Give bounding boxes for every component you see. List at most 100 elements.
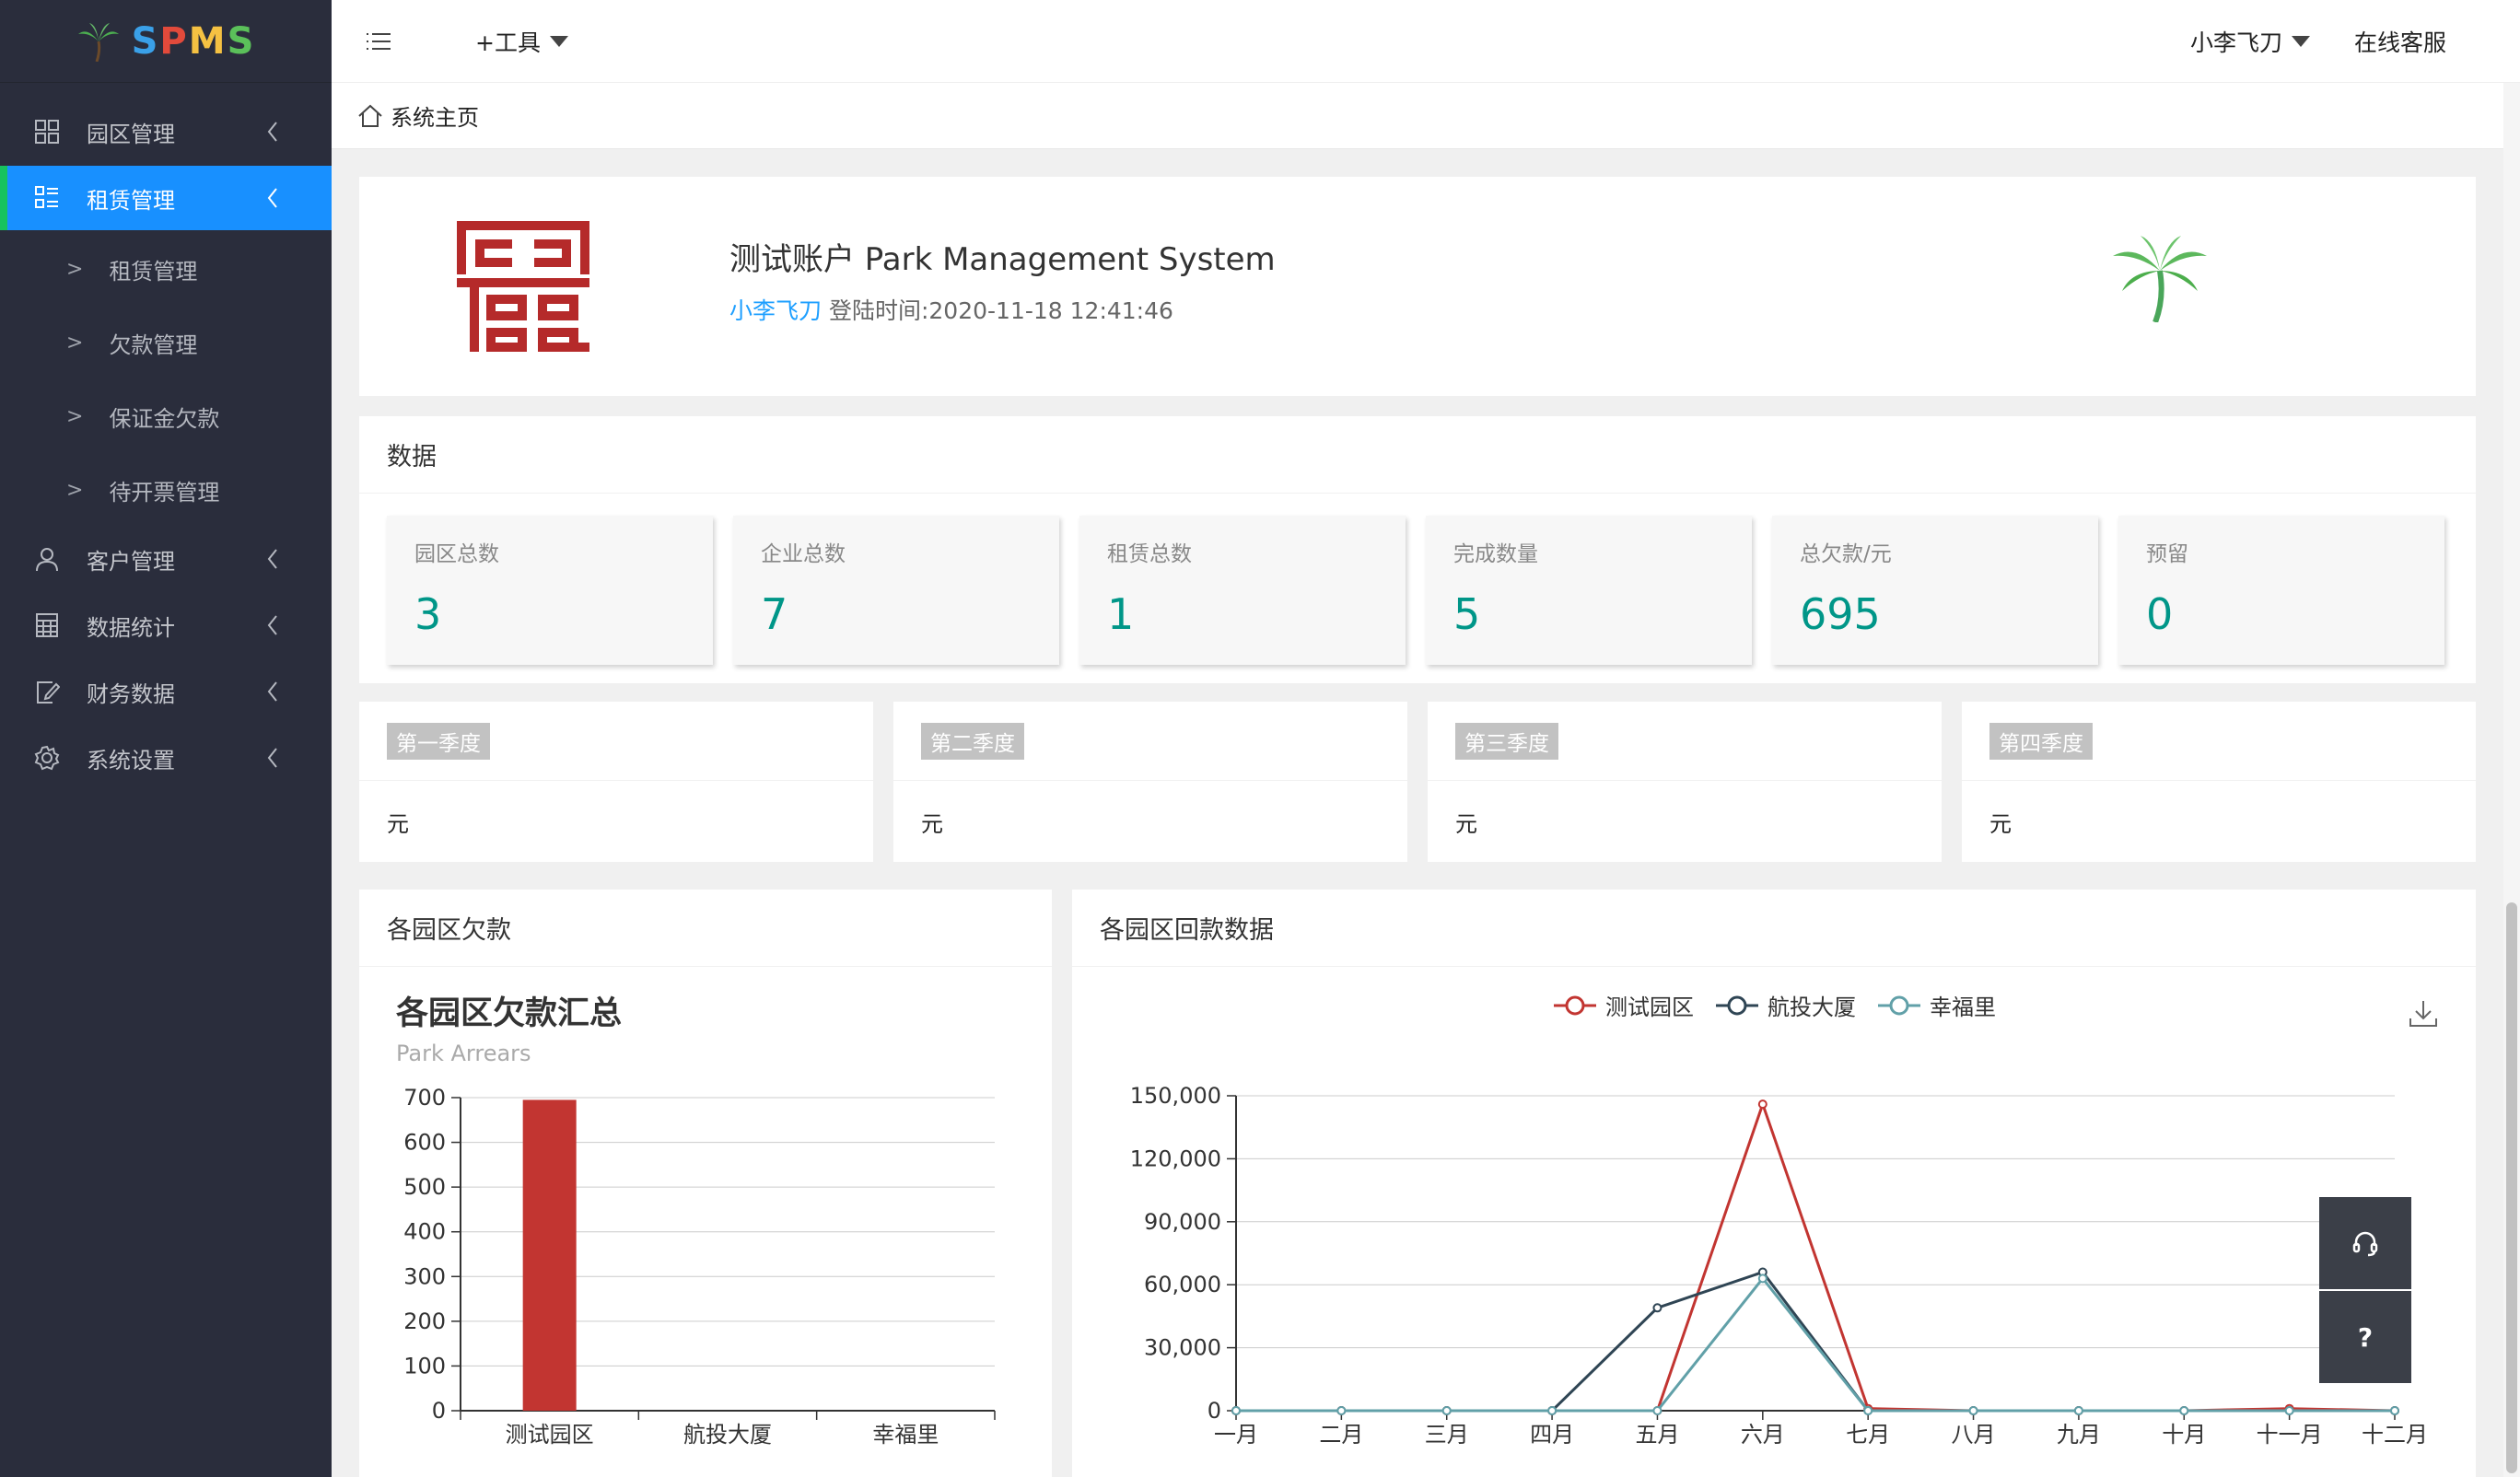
stat-label: 租赁总数	[1107, 542, 1192, 566]
stat-label: 企业总数	[761, 542, 846, 566]
x-tick-label: 十一月	[2257, 1422, 2323, 1448]
sidebar-item-statistics[interactable]: 数据统计	[0, 593, 332, 657]
arrears-bar-chart: 0 100 200 300 400 500 600 700 测试园区 航投大厦 幸福里	[403, 1085, 996, 1448]
x-tick-label: 一月	[1214, 1422, 1258, 1448]
welcome-card: 测试账户 Park Management System 小李飞刀 登陆时间:20…	[359, 177, 2476, 396]
series-line	[1236, 1275, 2395, 1413]
chevron-right-icon: >	[66, 257, 84, 281]
stat-card-companies: 企业总数 7	[733, 516, 1059, 665]
sidebar-item-finance[interactable]: 财务数据	[0, 659, 332, 724]
data-point	[1231, 1406, 1241, 1415]
sidebar-item-label: 财务数据	[87, 680, 175, 707]
x-tick-label: 七月	[1846, 1422, 1890, 1448]
online-service-link[interactable]: 在线客服	[2354, 25, 2446, 58]
seal-logo	[457, 221, 589, 352]
sidebar-item-customer[interactable]: 客户管理	[0, 527, 332, 591]
grid-icon	[33, 118, 61, 145]
welcome-user-link[interactable]: 小李飞刀	[729, 297, 822, 324]
breadcrumb-home[interactable]: 系统主页	[391, 99, 479, 132]
stat-label: 总欠款/元	[1800, 542, 1892, 566]
quarter-badge: 第四季度	[1989, 722, 2093, 760]
sidebar-item-label: 数据统计	[87, 614, 175, 641]
chevron-left-icon	[267, 549, 277, 569]
chevron-right-icon: >	[66, 478, 84, 502]
x-tick-label: 五月	[1635, 1422, 1679, 1448]
user-menu[interactable]: 小李飞刀	[2190, 25, 2310, 58]
quarter-card-q1: 第一季度 元	[359, 702, 873, 862]
sidebar-subitem-label: 租赁管理	[109, 258, 198, 285]
arrears-card: 各园区欠款 各园区欠款汇总 Park Arrears 0 100 200 300 400…	[359, 890, 1052, 1477]
data-point	[1652, 1406, 1662, 1415]
app-logo[interactable]: SPMS	[0, 0, 332, 83]
stat-card-arrears: 总欠款/元 695	[1772, 516, 2098, 665]
data-point	[1652, 1303, 1662, 1313]
quarter-value: 元	[921, 810, 943, 837]
quarter-card-q3: 第三季度 元	[1428, 702, 1942, 862]
sidebar-subitem-invoice[interactable]: > 待开票管理	[0, 453, 332, 527]
chevron-right-icon: >	[66, 404, 84, 428]
sidebar-item-settings[interactable]: 系统设置	[0, 726, 332, 790]
data-point	[1757, 1273, 1768, 1284]
sidebar-subitem-label: 待开票管理	[109, 479, 220, 506]
caret-down-icon	[549, 35, 568, 47]
caret-down-icon	[2291, 36, 2310, 47]
payback-card: 各园区回款数据 测试园区 航投大厦 幸福里 0 30,000 60,000 90,000 1…	[1072, 890, 2476, 1477]
data-point	[2073, 1406, 2083, 1415]
y-tick-label: 600	[403, 1130, 446, 1156]
customer-service-button[interactable]	[2319, 1197, 2411, 1289]
y-tick-label: 120,000	[1130, 1146, 1221, 1171]
chevron-right-icon: >	[66, 331, 84, 355]
y-tick-label: 100	[403, 1353, 446, 1378]
chevron-left-icon	[267, 615, 277, 635]
stat-value: 0	[2146, 589, 2174, 639]
tools-dropdown[interactable]: +工具	[475, 25, 568, 58]
headset-icon	[2352, 1231, 2378, 1257]
help-button[interactable]: ?	[2319, 1291, 2411, 1383]
sidebar-item-label: 系统设置	[87, 747, 175, 773]
x-tick-label: 十月	[2162, 1422, 2206, 1448]
x-tick-label: 十二月	[2362, 1422, 2428, 1448]
series-line	[1236, 1099, 2396, 1413]
breadcrumb: 系统主页	[332, 83, 2520, 149]
bar	[522, 1099, 577, 1411]
stat-value: 1	[1107, 589, 1135, 639]
edit-document-icon	[33, 678, 61, 705]
sidebar-item-label: 客户管理	[87, 548, 175, 575]
sidebar-subitem-lease[interactable]: > 租赁管理	[0, 232, 332, 306]
y-tick-label: 400	[403, 1219, 446, 1245]
x-tick-label: 航投大厦	[683, 1422, 772, 1448]
data-point	[1863, 1406, 1873, 1415]
y-tick-label: 30,000	[1144, 1335, 1221, 1361]
data-point	[1441, 1406, 1452, 1415]
data-point	[1757, 1099, 1768, 1110]
chevron-left-icon	[267, 748, 277, 768]
stat-value: 7	[761, 589, 788, 639]
welcome-subtitle: 小李飞刀 登陆时间:2020-11-18 12:41:46	[729, 293, 1173, 326]
series-line	[1236, 1270, 2395, 1413]
x-tick-label: 四月	[1530, 1422, 1574, 1448]
stat-label: 预留	[2146, 542, 2188, 566]
sidebar-subitem-label: 保证金欠款	[109, 405, 220, 432]
sidebar-item-park[interactable]: 园区管理	[0, 99, 332, 164]
tools-label: +工具	[475, 29, 541, 56]
user-name: 小李飞刀	[2189, 29, 2282, 56]
menu-toggle-icon[interactable]	[365, 30, 392, 52]
y-tick-label: 700	[403, 1085, 446, 1111]
x-tick-label: 六月	[1741, 1422, 1785, 1448]
sidebar-subitem-arrears[interactable]: > 欠款管理	[0, 306, 332, 379]
x-tick-label: 九月	[2057, 1422, 2101, 1448]
x-tick-label: 二月	[1319, 1422, 1363, 1448]
sidebar-item-label: 租赁管理	[87, 187, 175, 214]
scrollbar-thumb[interactable]	[2506, 902, 2517, 1473]
logo-text: SPMS	[131, 19, 256, 63]
stat-value: 5	[1453, 589, 1481, 639]
stat-card-parks: 园区总数 3	[387, 516, 713, 665]
quarter-badge: 第二季度	[921, 722, 1024, 760]
home-icon[interactable]	[357, 104, 383, 128]
stat-value: 695	[1800, 589, 1881, 639]
y-tick-label: 150,000	[1130, 1083, 1221, 1109]
sidebar-subitem-deposit[interactable]: > 保证金欠款	[0, 379, 332, 453]
gear-icon	[33, 744, 61, 772]
palm-tree-icon	[2113, 236, 2207, 322]
sidebar-item-lease[interactable]: 租赁管理	[0, 166, 332, 230]
